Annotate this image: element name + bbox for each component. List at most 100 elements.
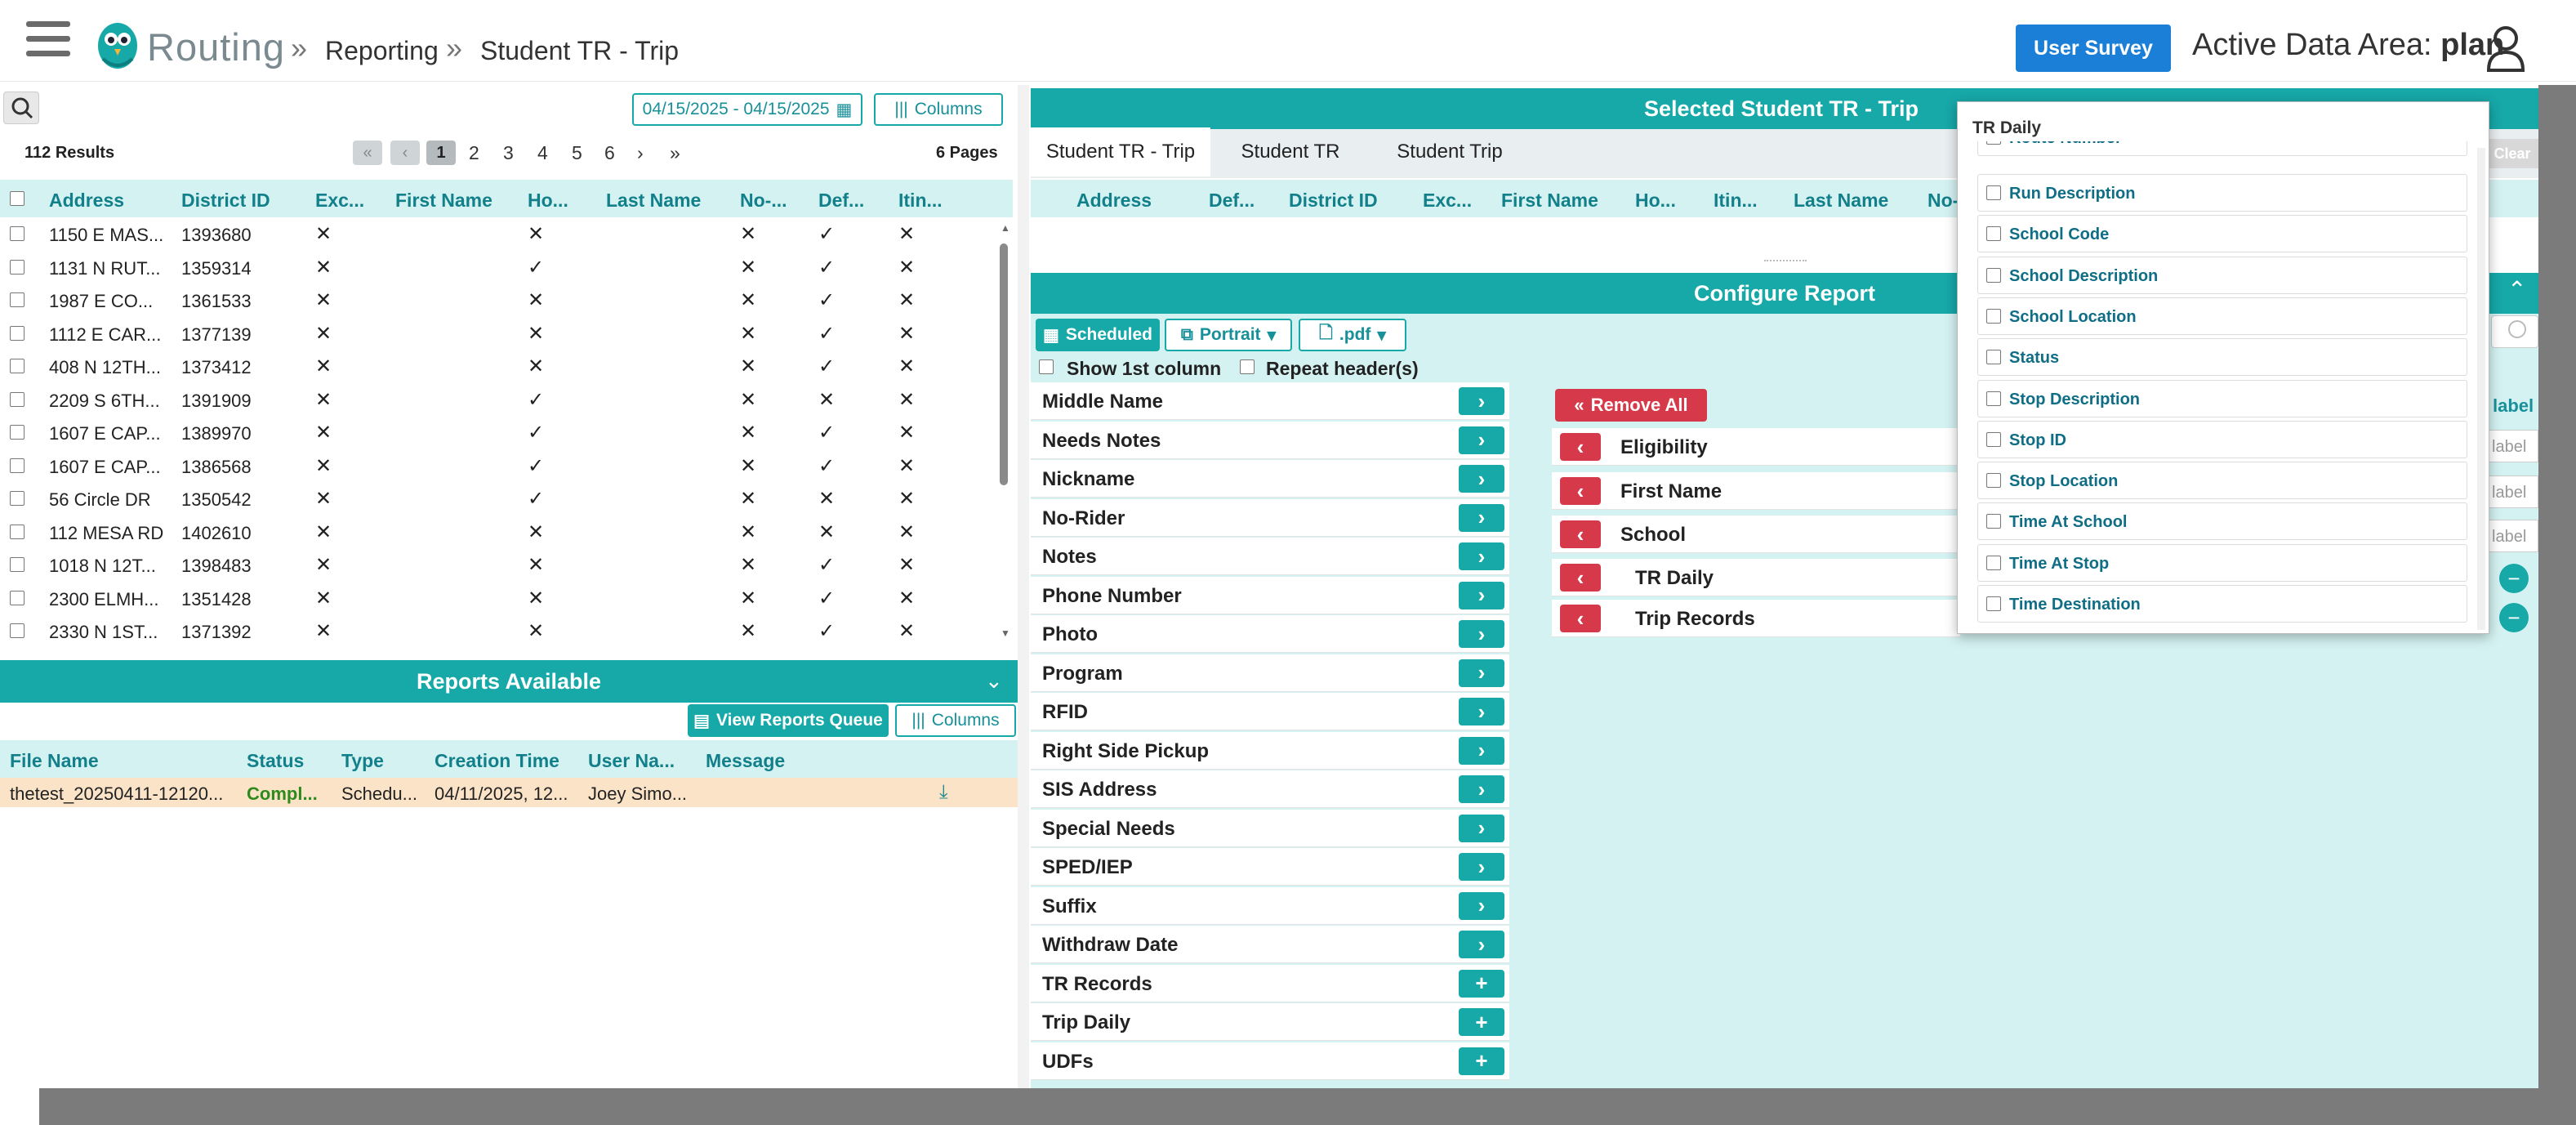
dropdown-option[interactable]: Status [1977, 338, 2467, 377]
table-scrollbar[interactable]: ▲ ▼ [998, 219, 1010, 645]
option-checkbox[interactable] [1986, 267, 2001, 283]
dropdown-option[interactable]: Time At Stop [1977, 543, 2467, 582]
available-field-row[interactable]: Right Side Pickup › [1031, 731, 1509, 770]
panel-splitter[interactable] [1018, 85, 1029, 1088]
row-checkbox[interactable] [10, 391, 25, 407]
available-field-row[interactable]: Trip Daily + [1031, 1003, 1509, 1041]
table-row[interactable]: 56 Circle DR 1350542 ✕ ✓ ✕ ✕ ✕ [0, 482, 993, 515]
available-field-row[interactable]: Notes › [1031, 538, 1509, 575]
show-first-column-checkbox[interactable] [1039, 359, 1054, 374]
option-checkbox[interactable] [1986, 473, 2001, 489]
row-checkbox[interactable] [10, 425, 25, 440]
dropdown-item-partial[interactable]: Route Number [1977, 141, 2467, 156]
app-brand[interactable]: Routing [147, 25, 285, 69]
table-row[interactable]: 2209 S 6TH... 1391909 ✕ ✓ ✕ ✕ ✕ [0, 383, 993, 416]
col-first-name[interactable]: First Name [395, 190, 492, 212]
table-row[interactable]: 1150 E MAS... 1393680 ✕ ✕ ✕ ✓ ✕ [0, 217, 993, 250]
repeat-header-checkbox[interactable] [1240, 359, 1255, 374]
available-field-row[interactable]: SPED/IEP › [1031, 848, 1509, 886]
tab-student-trip[interactable]: Student Trip [1369, 127, 1531, 176]
expand-group-button[interactable]: + [1459, 969, 1504, 998]
dropdown-option[interactable]: School Description [1977, 256, 2467, 294]
add-field-button[interactable]: › [1459, 891, 1504, 920]
row-checkbox[interactable] [10, 557, 25, 572]
col-district-id[interactable]: District ID [181, 190, 270, 212]
table-row[interactable]: 1607 E CAP... 1389970 ✕ ✓ ✕ ✓ ✕ [0, 416, 993, 449]
row-checkbox[interactable] [10, 226, 25, 241]
remove-field-button[interactable]: ‹ [1560, 605, 1601, 632]
dropdown-option[interactable]: Stop Description [1977, 379, 2467, 417]
page-4-button[interactable]: 4 [537, 142, 548, 164]
columns-button[interactable]: ||| Columns [874, 93, 1003, 126]
sel-col-exception[interactable]: Exc... [1423, 190, 1472, 212]
add-field-button[interactable]: › [1459, 503, 1504, 532]
breadcrumb-reporting[interactable]: Reporting [325, 36, 439, 66]
reports-columns-button[interactable]: ||| Columns [895, 704, 1016, 737]
label-input-first-name[interactable]: label [2486, 475, 2538, 508]
report-row[interactable]: thetest_20250411-12120... Compl... Sched… [0, 778, 1018, 807]
page-2-button[interactable]: 2 [469, 142, 479, 164]
selected-field-row[interactable]: ‹ Trip Records [1552, 600, 1960, 637]
col-last-name[interactable]: Last Name [606, 190, 701, 212]
add-field-button[interactable]: › [1459, 736, 1504, 765]
right-input[interactable] [2491, 315, 2538, 348]
col-user-name[interactable]: User Na... [588, 750, 675, 772]
table-row[interactable]: 1987 E CO... 1361533 ✕ ✕ ✕ ✓ ✕ [0, 283, 993, 316]
remove-all-button[interactable]: « Remove All [1555, 389, 1707, 422]
remove-field-button[interactable]: ‹ [1560, 433, 1601, 461]
chevron-up-icon[interactable]: ⌃ [2507, 276, 2526, 303]
add-field-button[interactable]: › [1459, 542, 1504, 570]
sel-col-address[interactable]: Address [1076, 190, 1152, 212]
option-checkbox[interactable] [1986, 185, 2001, 200]
sel-col-home[interactable]: Ho... [1635, 190, 1676, 212]
option-checkbox[interactable] [1986, 596, 2001, 611]
dropdown-scrollbar[interactable] [2477, 148, 2485, 630]
scheduled-button[interactable]: ▦ Scheduled [1036, 319, 1160, 351]
add-field-button[interactable]: › [1459, 853, 1504, 881]
download-icon[interactable]: ⤓ [939, 781, 948, 804]
collapse-trip-records-button[interactable]: − [2499, 603, 2529, 632]
row-checkbox[interactable] [10, 292, 25, 307]
row-checkbox[interactable] [10, 325, 25, 341]
tab-student-tr[interactable]: Student TR [1217, 127, 1364, 176]
prev-page-button[interactable]: ‹ [390, 141, 420, 165]
remove-field-button[interactable]: ‹ [1560, 564, 1601, 592]
col-address[interactable]: Address [49, 190, 124, 212]
available-field-row[interactable]: Program › [1031, 654, 1509, 692]
remove-field-button[interactable]: ‹ [1560, 520, 1601, 548]
col-exception[interactable]: Exc... [315, 190, 364, 212]
select-all-checkbox[interactable] [10, 191, 25, 206]
available-field-row[interactable]: RFID › [1031, 693, 1509, 730]
sel-col-last-name[interactable]: Last Name [1794, 190, 1888, 212]
clear-button[interactable]: Clear [2486, 139, 2538, 168]
sel-col-district-id[interactable]: District ID [1289, 190, 1378, 212]
col-itinerary[interactable]: Itin... [898, 190, 943, 212]
available-field-row[interactable]: UDFs + [1031, 1042, 1509, 1080]
add-field-button[interactable]: › [1459, 387, 1504, 415]
available-field-row[interactable]: TR Records + [1031, 964, 1509, 1002]
dropdown-option[interactable]: School Code [1977, 215, 2467, 253]
col-home[interactable]: Ho... [528, 190, 568, 212]
col-file-name[interactable]: File Name [10, 750, 99, 772]
selected-field-row[interactable]: ‹ Eligibility [1552, 428, 1960, 466]
label-input-school[interactable]: label [2486, 520, 2538, 552]
available-field-row[interactable]: Phone Number › [1031, 576, 1509, 614]
remove-field-button[interactable]: ‹ [1560, 477, 1601, 505]
partial-item-checkbox[interactable] [1986, 141, 2001, 145]
available-field-row[interactable]: Photo › [1031, 615, 1509, 653]
option-checkbox[interactable] [1986, 555, 2001, 570]
view-reports-queue-button[interactable]: ▤ View Reports Queue [688, 704, 889, 737]
available-field-row[interactable]: Middle Name › [1031, 382, 1509, 420]
row-checkbox[interactable] [10, 491, 25, 506]
selected-field-row[interactable]: ‹ TR Daily [1552, 559, 1960, 596]
page-1-button[interactable]: 1 [426, 141, 456, 165]
add-field-button[interactable]: › [1459, 426, 1504, 454]
row-checkbox[interactable] [10, 590, 25, 605]
menu-icon[interactable] [26, 21, 70, 62]
collapse-tr-daily-button[interactable]: − [2499, 564, 2529, 593]
table-row[interactable]: 408 N 12TH... 1373412 ✕ ✕ ✕ ✓ ✕ [0, 350, 993, 382]
option-checkbox[interactable] [1986, 350, 2001, 365]
add-field-button[interactable]: › [1459, 465, 1504, 493]
available-field-row[interactable]: Withdraw Date › [1031, 926, 1509, 963]
dropdown-option[interactable]: School Location [1977, 297, 2467, 335]
